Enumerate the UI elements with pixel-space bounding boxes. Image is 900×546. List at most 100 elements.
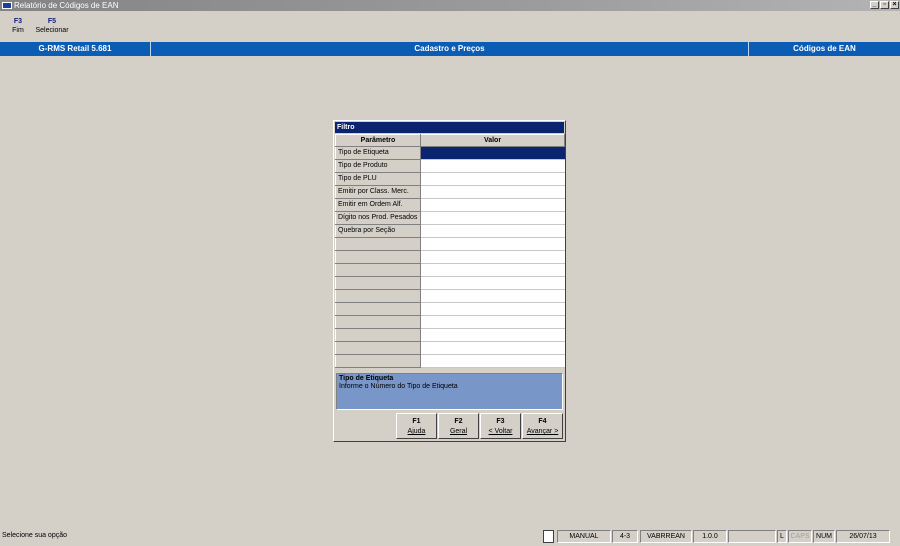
window-controls: _ ▫ × <box>870 1 899 9</box>
parameter-row[interactable]: Quebra por Seção <box>335 224 565 238</box>
parameter-row[interactable]: Dígito nos Prod. Pesados <box>335 211 565 225</box>
parameter-value-cell[interactable] <box>420 315 565 329</box>
parameter-row[interactable] <box>335 276 565 290</box>
button-label: Ajuda <box>407 428 426 435</box>
parameter-name-cell: Quebra por Seção <box>335 224 421 238</box>
parameter-value-cell[interactable] <box>420 224 565 238</box>
parameter-name-cell: Emitir por Class. Merc. <box>335 185 421 199</box>
window-title-bar: Relatório de Códigos de EAN _ ▫ × <box>0 0 900 11</box>
parameter-name-cell: Tipo de Etiqueta <box>335 146 421 160</box>
parameter-name-cell <box>335 328 421 342</box>
parameter-value-cell[interactable] <box>420 211 565 225</box>
status-program: VABRREAN <box>640 530 692 543</box>
status-bar: Selecione sua opção MANUAL 4-3 VABRREAN … <box>0 529 900 545</box>
selecionar-tool-button[interactable]: F5 Selecionar <box>34 17 70 35</box>
button-key: F3 <box>496 418 505 425</box>
status-version: 1.0.0 <box>693 530 727 543</box>
parameter-value-cell[interactable] <box>420 289 565 303</box>
parameter-row[interactable] <box>335 289 565 303</box>
status-date: 26/07/13 <box>836 530 890 543</box>
parameter-value-cell[interactable] <box>420 185 565 199</box>
button-key: F1 <box>412 418 421 425</box>
parameter-name-cell: Tipo de Produto <box>335 159 421 173</box>
avancar-button[interactable]: F4 Avançar > <box>522 413 563 439</box>
parameter-value-cell[interactable] <box>420 341 565 355</box>
help-text: Informe o Número do Tipo de Etiqueta <box>339 383 458 390</box>
parameter-name-cell <box>335 289 421 303</box>
minimize-button[interactable]: _ <box>870 1 879 9</box>
tool-label: Selecionar <box>35 27 69 34</box>
close-button[interactable]: × <box>890 1 899 9</box>
document-icon <box>543 530 554 543</box>
status-message: Selecione sua opção <box>2 532 67 539</box>
caps-lock-indicator: CAPS <box>788 530 812 543</box>
parameter-name-cell <box>335 250 421 264</box>
parameter-name-cell <box>335 315 421 329</box>
grid-body: Tipo de Etiqueta Tipo de Produto Tipo de P… <box>335 146 565 368</box>
status-l-indicator: L <box>777 530 787 543</box>
parameter-row[interactable]: Tipo de PLU <box>335 172 565 186</box>
parameter-row[interactable]: Emitir em Ordem Alf. <box>335 198 565 212</box>
parameter-value-cell[interactable] <box>420 302 565 316</box>
parameter-row[interactable] <box>335 341 565 355</box>
parameter-grid: Parâmetro Valor Tipo de Etiqueta Tipo de … <box>335 134 565 368</box>
button-label: Geral <box>449 428 468 435</box>
parameter-value-cell[interactable] <box>420 198 565 212</box>
parameter-row[interactable]: Emitir por Class. Merc. <box>335 185 565 199</box>
parameter-row[interactable]: Tipo de Produto <box>335 159 565 173</box>
tool-label: Fim <box>12 27 24 34</box>
module-header-bar: G-RMS Retail 5.681 Cadastro e Preços Cód… <box>0 42 900 56</box>
parameter-row[interactable] <box>335 263 565 277</box>
filter-dialog: Filtro Parâmetro Valor Tipo de Etiqueta T… <box>333 120 566 442</box>
parameter-row[interactable] <box>335 328 565 342</box>
parameter-name-cell: Dígito nos Prod. Pesados <box>335 211 421 225</box>
button-key: F4 <box>538 418 547 425</box>
function-key-toolbar: F3 Fim F5 Selecionar <box>0 14 900 40</box>
button-label: Avançar > <box>526 428 559 435</box>
parameter-value-cell[interactable] <box>420 237 565 251</box>
product-version: G-RMS Retail 5.681 <box>38 44 112 53</box>
tool-key: F5 <box>47 18 57 25</box>
parameter-row[interactable] <box>335 354 565 368</box>
parameter-value-cell[interactable] <box>420 354 565 368</box>
parameter-row[interactable] <box>335 302 565 316</box>
help-panel: Tipo de Etiqueta Informe o Número do Tip… <box>336 373 563 410</box>
parameter-row[interactable] <box>335 237 565 251</box>
parameter-value-cell[interactable] <box>420 172 565 186</box>
parameter-row[interactable] <box>335 315 565 329</box>
num-lock-indicator: NUM <box>813 530 835 543</box>
parameter-value-cell[interactable] <box>420 250 565 264</box>
tool-key: F3 <box>13 18 23 25</box>
geral-button[interactable]: F2 Geral <box>438 413 479 439</box>
parameter-name-cell: Tipo de PLU <box>335 172 421 186</box>
parameter-row[interactable]: Tipo de Etiqueta <box>335 146 565 160</box>
parameter-name-cell <box>335 354 421 368</box>
dialog-buttons: F1 Ajuda F2 Geral F3 < Voltar F4 Avançar… <box>396 413 563 439</box>
parameter-value-cell[interactable] <box>420 276 565 290</box>
parameter-row[interactable] <box>335 250 565 264</box>
fim-tool-button[interactable]: F3 Fim <box>9 17 27 35</box>
button-key: F2 <box>454 418 463 425</box>
status-blank <box>728 530 776 543</box>
param-column-header: Parâmetro <box>335 134 421 147</box>
screen-name: Códigos de EAN <box>793 44 856 53</box>
dialog-title: Filtro <box>335 122 564 133</box>
parameter-name-cell <box>335 237 421 251</box>
status-mode: MANUAL <box>557 530 611 543</box>
window-title: Relatório de Códigos de EAN <box>14 1 119 10</box>
value-column-header: Valor <box>420 134 565 147</box>
parameter-value-cell[interactable] <box>420 263 565 277</box>
button-label: < Voltar <box>488 428 513 435</box>
parameter-value-cell[interactable] <box>420 159 565 173</box>
voltar-button[interactable]: F3 < Voltar <box>480 413 521 439</box>
parameter-name-cell: Emitir em Ordem Alf. <box>335 198 421 212</box>
maximize-button[interactable]: ▫ <box>880 1 889 9</box>
ajuda-button[interactable]: F1 Ajuda <box>396 413 437 439</box>
help-title: Tipo de Etiqueta <box>339 375 394 382</box>
parameter-value-cell[interactable] <box>420 328 565 342</box>
status-code: 4-3 <box>612 530 638 543</box>
parameter-name-cell <box>335 341 421 355</box>
app-icon <box>2 2 12 9</box>
parameter-value-cell[interactable] <box>420 146 565 160</box>
parameter-name-cell <box>335 263 421 277</box>
